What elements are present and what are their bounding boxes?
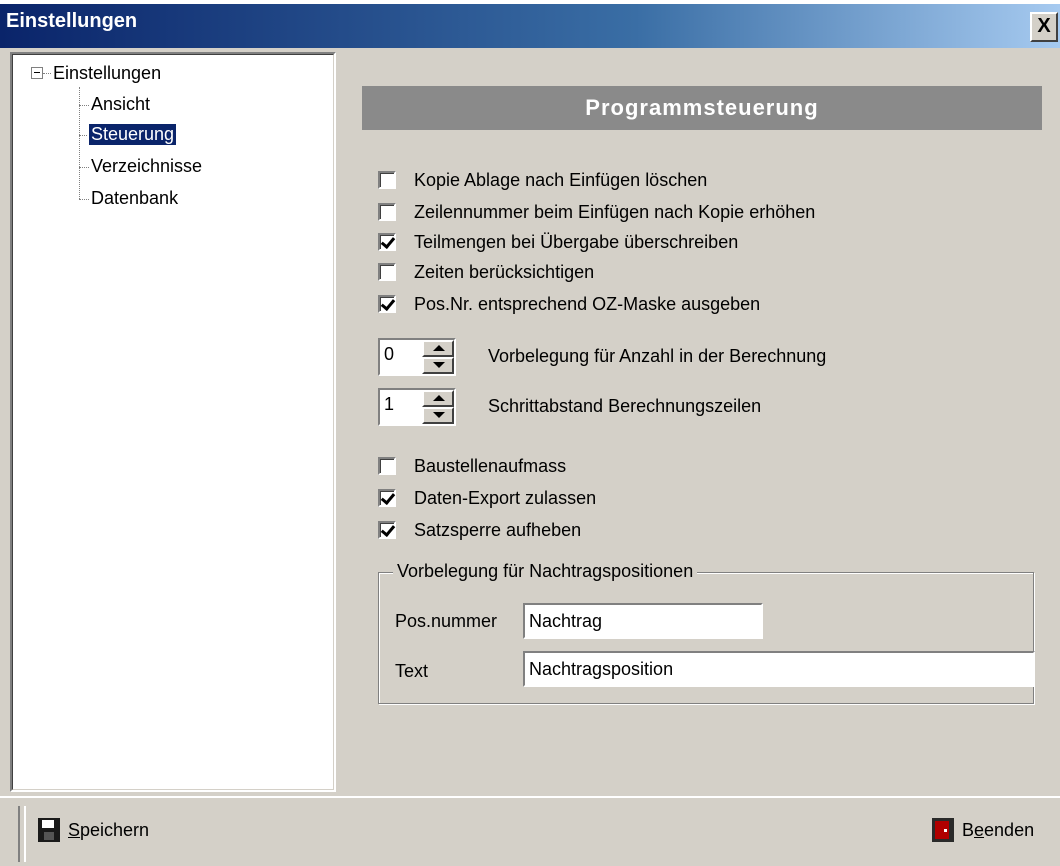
tree-connector: [79, 105, 89, 106]
save-accelerator: S: [68, 819, 81, 840]
posnummer-field[interactable]: Nachtrag: [523, 603, 763, 639]
floppy-disk-icon: [38, 818, 60, 842]
nachtrag-groupbox: Vorbelegung für Nachtragspositionen Pos.…: [378, 561, 1035, 704]
checkbox-baustellenaufmass[interactable]: [378, 457, 396, 475]
stepper-label: Schrittabstand Berechnungszeilen: [488, 396, 762, 416]
tree-connector: [79, 167, 89, 168]
exit-label: Beenden: [962, 820, 1034, 841]
spin-up-icon[interactable]: [422, 340, 454, 357]
checkbox-row[interactable]: Pos.Nr. entsprechend OZ-Maske ausgeben: [378, 292, 760, 316]
spin-up-icon[interactable]: [422, 390, 454, 407]
checkbox-satzsperre[interactable]: [378, 521, 396, 539]
checkbox-posnr[interactable]: [378, 295, 396, 313]
spin-down-icon[interactable]: [422, 407, 454, 424]
checkbox-row[interactable]: Daten-Export zulassen: [378, 486, 596, 510]
posnummer-label: Pos.nummer: [395, 611, 498, 631]
checkbox-row[interactable]: Zeiten berücksichtigen: [378, 260, 594, 284]
checkbox-label: Kopie Ablage nach Einfügen löschen: [414, 169, 708, 190]
stepper-label: Vorbelegung für Anzahl in der Berechnung: [488, 346, 827, 366]
save-label: Speichern: [68, 820, 149, 841]
anzahl-stepper[interactable]: 0: [378, 338, 456, 376]
save-button[interactable]: Speichern: [38, 818, 149, 842]
title-bar: Einstellungen X: [0, 0, 1060, 48]
checkbox-row[interactable]: Teilmengen bei Übergabe überschreiben: [378, 230, 738, 254]
tree-item-verzeichnisse[interactable]: Verzeichnisse: [91, 156, 202, 177]
spin-down-icon[interactable]: [422, 357, 454, 374]
checkbox-label: Teilmengen bei Übergabe überschreiben: [414, 231, 739, 252]
tree-item-steuerung[interactable]: Steuerung: [87, 123, 178, 146]
exit-label-first: B: [962, 819, 975, 840]
checkbox-kopie-ablage[interactable]: [378, 171, 396, 189]
settings-panel: Programmsteuerung Kopie Ablage nach Einf…: [340, 52, 1060, 792]
tree-frame: Einstellungen Ansicht Steuerung Verzeich…: [12, 54, 334, 790]
checkbox-label: Baustellenaufmass: [414, 455, 567, 476]
checkbox-daten-export[interactable]: [378, 489, 396, 507]
window-title: Einstellungen: [6, 10, 138, 32]
settings-tree[interactable]: Einstellungen Ansicht Steuerung Verzeich…: [10, 52, 336, 792]
panel-heading: Programmsteuerung: [362, 86, 1042, 130]
toolbar-grip[interactable]: [18, 806, 26, 862]
text-label: Text: [395, 661, 429, 681]
checkbox-label: Satzsperre aufheben: [414, 519, 582, 540]
tree-root-einstellungen[interactable]: Einstellungen: [53, 63, 161, 84]
checkbox-zeilennummer[interactable]: [378, 203, 396, 221]
save-label-rest: peichern: [80, 819, 150, 840]
groupbox-legend: Vorbelegung für Nachtragspositionen: [393, 561, 698, 582]
checkbox-row[interactable]: Kopie Ablage nach Einfügen löschen: [378, 168, 707, 192]
checkbox-label: Zeiten berücksichtigen: [414, 261, 595, 282]
checkbox-zeiten[interactable]: [378, 263, 396, 281]
stepper-buttons: [422, 390, 454, 424]
checkbox-row[interactable]: Satzsperre aufheben: [378, 518, 581, 542]
checkbox-label: Zeilennummer beim Einfügen nach Kopie er…: [414, 201, 816, 222]
text-field[interactable]: Nachtragsposition: [523, 651, 1035, 687]
tree-connector: [43, 73, 51, 74]
exit-door-icon: [932, 818, 954, 842]
checkbox-teilmengen[interactable]: [378, 233, 396, 251]
exit-button[interactable]: Beenden: [932, 818, 1034, 842]
checkbox-label: Pos.Nr. entsprechend OZ-Maske ausgeben: [414, 293, 761, 314]
tree-connector: [79, 87, 80, 199]
checkbox-label: Daten-Export zulassen: [414, 487, 597, 508]
stepper-buttons: [422, 340, 454, 374]
close-button[interactable]: X: [1030, 12, 1058, 42]
exit-label-rest: enden: [984, 819, 1035, 840]
tree-item-datenbank[interactable]: Datenbank: [91, 188, 178, 209]
status-bar: Speichern Beenden: [0, 796, 1060, 866]
tree-item-ansicht[interactable]: Ansicht: [91, 94, 150, 115]
exit-accelerator: e: [974, 819, 985, 840]
checkbox-row[interactable]: Zeilennummer beim Einfügen nach Kopie er…: [378, 200, 815, 224]
schrittabstand-stepper[interactable]: 1: [378, 388, 456, 426]
tree-connector: [79, 135, 89, 136]
checkbox-row[interactable]: Baustellenaufmass: [378, 454, 566, 478]
collapse-icon[interactable]: [31, 67, 43, 79]
tree-connector: [79, 199, 89, 200]
